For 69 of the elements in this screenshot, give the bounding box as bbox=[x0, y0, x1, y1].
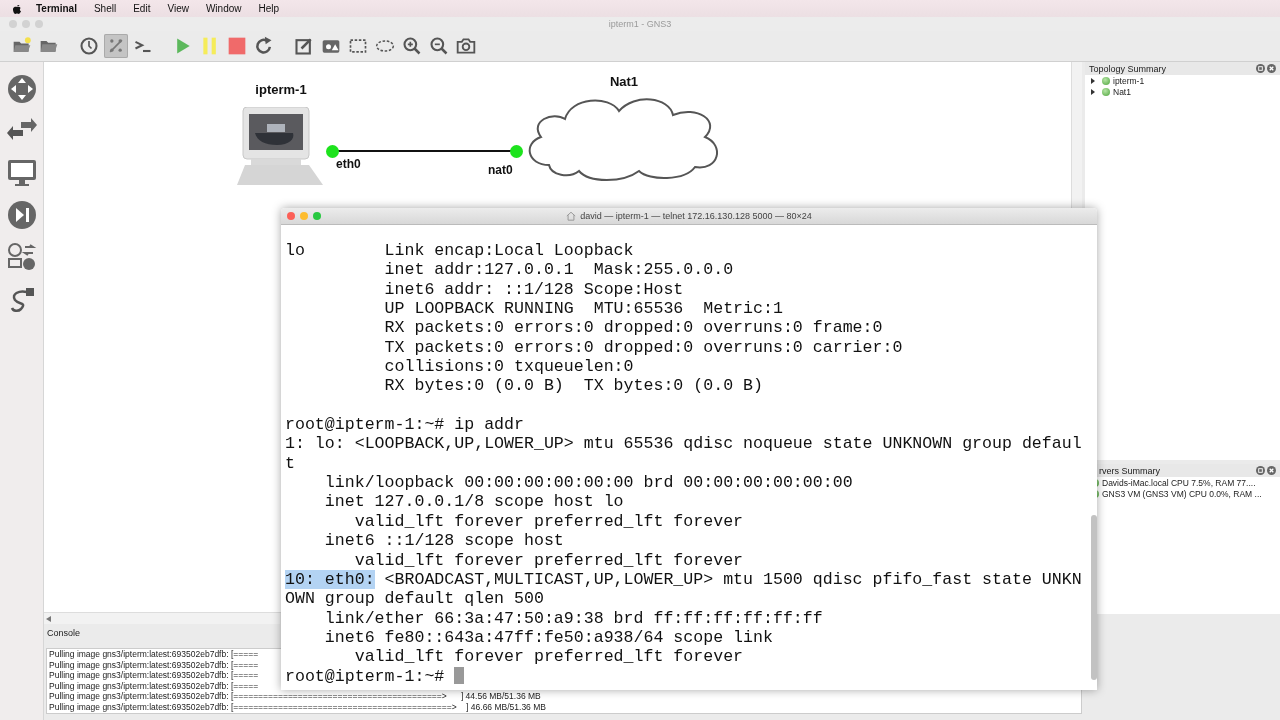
terminal-text: <BROADCAST,MULTICAST,UP,LOWER_UP> mtu 1500 qdisc pfifo_fast state UNKN bbox=[383, 569, 1082, 589]
scroll-bar[interactable] bbox=[44, 613, 280, 624]
status-dot bbox=[1102, 87, 1110, 96]
port-status-dot bbox=[510, 145, 523, 158]
terminal-line: inet6 addr: ::1/128 Scope:Host bbox=[383, 279, 684, 300]
home-icon bbox=[566, 211, 577, 221]
terminal-line: RX packets:0 errors:0 dropped:0 overruns:0 frame:0 bbox=[383, 318, 883, 338]
terminal-line: root@ipterm-1:~# ip addr bbox=[285, 415, 524, 435]
terminal-line: collisions:0 txqueuelen:0 bbox=[383, 357, 634, 377]
status-dot bbox=[1102, 76, 1110, 85]
window-title: david — ipterm-1 — telnet 172.16.130.128 5000 — 80×24 bbox=[580, 211, 812, 221]
console-line: Pulling image gns3/ipterm:latest:693502eb7dfb: [===== bbox=[49, 680, 259, 691]
node-label: ipterm-1 bbox=[255, 82, 307, 97]
monitor-icon[interactable] bbox=[6, 158, 37, 188]
text-cursor bbox=[454, 666, 465, 684]
menu-item[interactable]: Window bbox=[205, 3, 242, 14]
terminal-line: inet6 ::1/128 scope host bbox=[323, 531, 564, 551]
selected-text: 10: eth0: bbox=[285, 569, 375, 589]
console-line: Pulling image gns3/ipterm:latest:693502eb7dfb: [===== bbox=[49, 670, 259, 681]
console-line: Pulling image gns3/ipterm:latest:693502eb7dfb: [============================================> ] 46.66 MB/51.36 MB bbox=[49, 701, 546, 712]
panel-title: Console bbox=[46, 627, 81, 640]
port-label: eth0 bbox=[336, 157, 361, 171]
window-title: ipterm1 - GNS3 bbox=[608, 19, 672, 29]
terminal-line: t bbox=[285, 453, 295, 474]
panel-title: Topology Summary bbox=[1089, 63, 1167, 74]
float-icon[interactable] bbox=[1256, 64, 1265, 73]
terminal-line: inet addr:127.0.0.1 Mask:255.0.0.0 bbox=[383, 260, 734, 280]
menu-item[interactable]: Terminal bbox=[36, 3, 77, 14]
computer-icon[interactable] bbox=[237, 107, 325, 187]
expand-arrow-icon[interactable] bbox=[1091, 77, 1095, 84]
server-item[interactable]: GNS3 VM (GNS3 VM) CPU 0.0%, RAM ... bbox=[1102, 488, 1262, 499]
labels-icon[interactable] bbox=[104, 34, 128, 58]
router-icon[interactable] bbox=[6, 74, 37, 104]
float-icon[interactable] bbox=[1256, 466, 1265, 475]
close-icon[interactable] bbox=[1267, 466, 1276, 475]
menu-item[interactable]: Shell bbox=[93, 3, 117, 14]
menu-item[interactable]: View bbox=[167, 3, 189, 14]
menu-item[interactable]: Help bbox=[258, 3, 280, 14]
terminal-line: inet 127.0.0.1/8 scope host lo bbox=[323, 492, 624, 512]
tree-item[interactable]: Nat1 bbox=[1113, 86, 1131, 97]
port-label: nat0 bbox=[488, 163, 513, 177]
terminal-line: RX bytes:0 (0.0 B) TX bytes:0 (0.0 B) bbox=[383, 376, 763, 396]
terminal-line: valid_lft forever preferred_lft forever bbox=[353, 511, 744, 532]
terminal-line: OWN group default qlen 500 bbox=[285, 589, 544, 609]
devices-icon[interactable] bbox=[6, 242, 37, 272]
terminal-line: 1: lo: <LOOPBACK,UP,LOWER_UP> mtu 65536 qdisc noqueue state UNKNOWN group defaul bbox=[285, 434, 1082, 454]
terminal-line: inet6 fe80::643a:47ff:fe50:a938/64 scope link bbox=[323, 627, 773, 648]
terminal-line: valid_lft forever preferred_lft forever bbox=[353, 647, 744, 667]
terminal-line: link/ether 66:3a:47:50:a9:38 brd ff:ff:ff:ff:ff:ff bbox=[323, 608, 823, 628]
terminal-prompt: root@ipterm-1:~# bbox=[285, 666, 445, 686]
panel-title: rvers Summary bbox=[1098, 465, 1160, 476]
server-item[interactable]: Davids-iMac.local CPU 7.5%, RAM 77.... bbox=[1102, 477, 1256, 488]
tree-item[interactable]: ipterm-1 bbox=[1113, 75, 1145, 86]
terminal-line: lo Link encap:Local Loopback bbox=[285, 241, 634, 261]
terminal-line: UP LOOPBACK RUNNING MTU:65536 Metric:1 bbox=[383, 299, 783, 319]
menu-item[interactable]: Edit bbox=[133, 3, 151, 14]
terminal-line: link/loopback 00:00:00:00:00:00 brd 00:00:00:00:00:00 bbox=[323, 473, 853, 493]
node-label: Nat1 bbox=[609, 74, 639, 89]
apple-icon[interactable] bbox=[12, 2, 22, 15]
terminal-line: valid_lft forever preferred_lft forever bbox=[353, 550, 744, 570]
expand-arrow-icon[interactable] bbox=[1091, 88, 1095, 95]
terminal-line: TX packets:0 errors:0 dropped:0 overruns:0 carrier:0 bbox=[383, 337, 903, 358]
console-line: Pulling image gns3/ipterm:latest:693502eb7dfb: [===== bbox=[49, 659, 259, 670]
close-icon[interactable] bbox=[1267, 64, 1276, 73]
port-status-dot bbox=[326, 145, 339, 158]
skip-icon[interactable] bbox=[6, 200, 37, 230]
scroll-bar[interactable] bbox=[1072, 62, 1082, 208]
console-line: Pulling image gns3/ipterm:latest:693502eb7dfb: [==========================================> ] 44.56 MB/51.36 MB bbox=[49, 691, 541, 702]
console-line: Pulling image gns3/ipterm:latest:693502eb7dfb: [===== bbox=[49, 649, 259, 660]
